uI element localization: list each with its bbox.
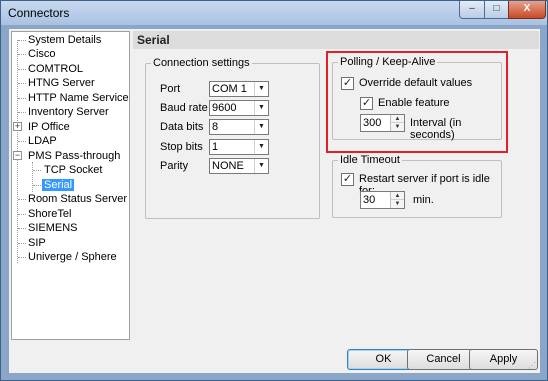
idle-minutes-spinner[interactable]: 30 ▲ ▼ (360, 191, 405, 209)
expand-plus-icon[interactable]: + (13, 122, 22, 131)
minutes-label: min. (413, 194, 434, 206)
port-label: Port (160, 83, 181, 95)
tree-connector (18, 112, 26, 113)
settings-pane: Serial Connection settings Port COM 1 ▼ … (133, 31, 539, 340)
baud-rate-label: Baud rate (160, 102, 208, 114)
stop-bits-select[interactable]: 1 ▼ (209, 139, 269, 155)
idle-timeout-legend: Idle Timeout (338, 154, 402, 166)
tree-item-siemens[interactable]: SIEMENS (26, 221, 80, 235)
resize-grip-icon[interactable]: ⋰ (528, 361, 538, 371)
tree-item-comtrol[interactable]: COMTROL (26, 62, 85, 76)
stop-bits-label: Stop bits (160, 141, 203, 153)
tree-item-htng-server[interactable]: HTNG Server (26, 76, 97, 90)
tree-item-cisco[interactable]: Cisco (26, 47, 58, 61)
tree-line (32, 162, 33, 192)
chevron-down-icon[interactable]: ▼ (254, 101, 268, 115)
tree-item-ip-office[interactable]: IP Office (26, 120, 72, 134)
spin-up-icon[interactable]: ▲ (390, 192, 404, 200)
tree-connector (18, 83, 26, 84)
tree-item-shoretel[interactable]: ShoreTel (26, 207, 73, 221)
parity-value: NONE (212, 160, 244, 172)
title-bar[interactable]: Connectors – □ X (1, 1, 547, 25)
data-bits-value: 8 (212, 121, 219, 133)
minimize-icon[interactable]: – (459, 1, 485, 19)
tree-item-tcp-socket[interactable]: TCP Socket (42, 163, 105, 177)
stop-bits-value: 1 (212, 141, 219, 153)
connectors-window: Connectors – □ X System Details Cisco CO… (0, 0, 548, 381)
tree-item-ldap[interactable]: LDAP (26, 134, 59, 148)
parity-select[interactable]: NONE ▼ (209, 158, 269, 174)
connection-settings-legend: Connection settings (151, 57, 252, 69)
baud-rate-select[interactable]: 9600 ▼ (209, 100, 269, 116)
tree-item-univerge-sphere[interactable]: Univerge / Sphere (26, 250, 119, 264)
tree-connector (33, 170, 41, 171)
section-title: Serial (133, 31, 539, 49)
tree-item-room-status-server[interactable]: Room Status Server (26, 192, 129, 206)
connector-tree[interactable]: System Details Cisco COMTROL HTNG Server… (11, 31, 130, 340)
tree-connector (18, 98, 26, 99)
chevron-down-icon[interactable]: ▼ (254, 82, 268, 96)
window-title: Connectors (8, 6, 70, 20)
tree-item-pms-pass-through[interactable]: PMS Pass-through (26, 149, 122, 163)
tree-connector (18, 40, 26, 41)
port-select[interactable]: COM 1 ▼ (209, 81, 269, 97)
port-value: COM 1 (212, 83, 247, 95)
parity-label: Parity (160, 160, 189, 172)
tree-connector (18, 257, 26, 258)
baud-rate-value: 9600 (212, 102, 237, 114)
chevron-down-icon[interactable]: ▼ (254, 120, 268, 134)
spin-down-icon[interactable]: ▼ (390, 200, 404, 208)
collapse-minus-icon[interactable]: − (13, 151, 22, 160)
idle-minutes-value[interactable]: 30 (363, 194, 375, 206)
dialog-client-area: System Details Cisco COMTROL HTNG Server… (8, 28, 541, 374)
tree-connector (18, 141, 26, 142)
tree-item-serial[interactable]: Serial (42, 178, 75, 192)
idle-timeout-group: Idle Timeout ✓ Restart server if port is… (332, 154, 502, 218)
data-bits-select[interactable]: 8 ▼ (209, 119, 269, 135)
maximize-icon[interactable]: □ (484, 1, 509, 19)
connection-settings-group: Connection settings Port COM 1 ▼ Baud ra… (145, 57, 320, 219)
chevron-down-icon[interactable]: ▼ (254, 140, 268, 154)
highlight-annotation (326, 51, 508, 153)
tree-connector (33, 185, 41, 186)
tree-connector (18, 214, 26, 215)
tree-connector (18, 243, 26, 244)
tree-item-sip[interactable]: SIP (26, 236, 48, 250)
close-icon[interactable]: X (508, 1, 546, 19)
tree-connector (18, 199, 26, 200)
restart-server-checkbox[interactable]: ✓ (341, 173, 354, 186)
chevron-down-icon[interactable]: ▼ (254, 159, 268, 173)
tree-connector (18, 69, 26, 70)
tree-connector (18, 228, 26, 229)
tree-item-system-details[interactable]: System Details (26, 33, 103, 47)
tree-connector (18, 54, 26, 55)
data-bits-label: Data bits (160, 121, 204, 133)
tree-item-inventory-server[interactable]: Inventory Server (26, 105, 111, 119)
tree-item-http-name-service[interactable]: HTTP Name Service (26, 91, 131, 105)
